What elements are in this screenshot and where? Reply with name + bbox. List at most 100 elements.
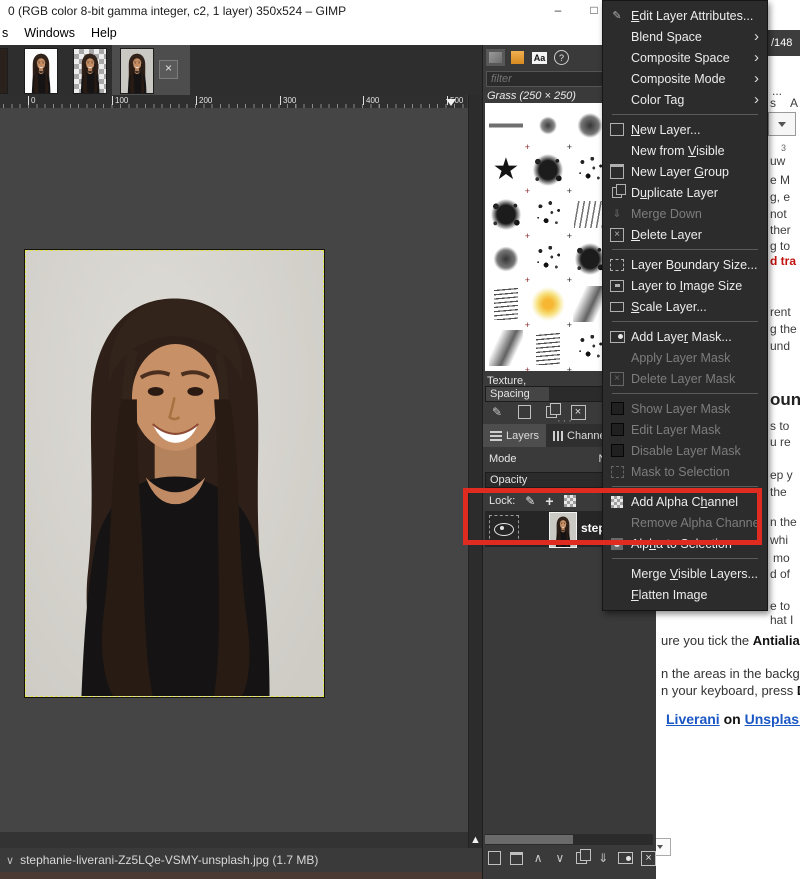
menu-item-disable-layer-mask: Disable Layer Mask xyxy=(603,440,767,461)
web-link-liverani[interactable]: Liverani xyxy=(666,711,720,727)
mode-label: Mode xyxy=(489,453,517,465)
new-group-button[interactable] xyxy=(510,850,524,866)
brush-swatch[interactable] xyxy=(527,192,569,237)
delete-layer-icon: × xyxy=(609,227,625,243)
tab-help[interactable]: ? xyxy=(552,49,571,66)
tab-gradients[interactable] xyxy=(508,49,527,66)
new-brush-icon[interactable] xyxy=(516,404,532,420)
menubar-item-cut[interactable]: s xyxy=(0,22,16,45)
brush-swatch[interactable] xyxy=(485,326,527,371)
chevron-down-icon[interactable]: ∨ xyxy=(6,854,14,867)
menu-item-new-layer-group[interactable]: New Layer Group xyxy=(603,161,767,182)
star-brush-icon: ★ xyxy=(493,155,520,185)
image-tab-active[interactable]: × xyxy=(112,45,190,95)
spacing-label: Spacing xyxy=(490,388,530,400)
title-bar[interactable]: 0 (RGB color 8-bit gamma integer, c2, 1 … xyxy=(0,0,655,22)
web-fragment: g the xyxy=(770,322,797,336)
add-mask-icon xyxy=(609,329,625,345)
brush-swatch[interactable] xyxy=(485,192,527,237)
web-fragment: s xyxy=(770,96,776,110)
brush-swatch[interactable] xyxy=(527,281,569,326)
menu-item-edit-layer-attributes[interactable]: ✎ Edit Layer Attributes... xyxy=(603,5,767,26)
menu-item-layer-to-image-size[interactable]: Layer to Image Size xyxy=(603,275,767,296)
brush-swatch[interactable] xyxy=(485,237,527,282)
brush-swatch[interactable] xyxy=(527,148,569,193)
menu-item-new-layer[interactable]: New Layer... xyxy=(603,119,767,140)
menu-item-blend-space[interactable]: Blend Space › xyxy=(603,26,767,47)
brush-swatch[interactable] xyxy=(485,103,527,148)
image-thumbnail-frame xyxy=(120,48,154,94)
web-text-bold: on xyxy=(724,711,741,727)
tab-layers[interactable]: Layers xyxy=(483,424,546,447)
menu-separator xyxy=(612,486,758,487)
edit-brush-icon[interactable]: ✎ xyxy=(489,404,505,420)
ruler-pointer-icon xyxy=(446,99,456,106)
layer-to-image-icon xyxy=(609,278,625,294)
menu-item-composite-mode[interactable]: Composite Mode › xyxy=(603,68,767,89)
canvas[interactable] xyxy=(0,108,468,832)
help-icon: ? xyxy=(554,50,569,65)
duplicate-layer-icon xyxy=(609,185,625,201)
menu-item-composite-space[interactable]: Composite Space › xyxy=(603,47,767,68)
merge-layer-button[interactable]: ⇓ xyxy=(596,850,610,866)
web-fragment: u re xyxy=(770,435,791,449)
menu-item-layer-boundary-size[interactable]: Layer Boundary Size... xyxy=(603,254,767,275)
brush-swatch[interactable]: ★ xyxy=(485,148,527,193)
web-fragment: und xyxy=(770,339,790,353)
menu-item-add-layer-mask[interactable]: Add Layer Mask... xyxy=(603,326,767,347)
web-text: ure you tick the xyxy=(661,633,753,648)
layer-boundary-icon xyxy=(609,257,625,273)
menu-item-edit-layer-mask: Edit Layer Mask xyxy=(603,419,767,440)
menu-item-delete-layer[interactable]: × Delete Layer xyxy=(603,224,767,245)
brush-swatch[interactable] xyxy=(485,281,527,326)
web-dropdown[interactable] xyxy=(768,112,796,136)
duplicate-layer-button[interactable] xyxy=(575,850,589,866)
raise-layer-button[interactable]: ∧ xyxy=(531,850,545,866)
web-text-bold: Antialias xyxy=(753,633,800,648)
brush-swatch[interactable] xyxy=(527,103,569,148)
menu-separator xyxy=(612,321,758,322)
menubar-item-windows[interactable]: Windows xyxy=(16,22,83,45)
lower-layer-button[interactable]: ∨ xyxy=(553,850,567,866)
portrait-photo xyxy=(26,251,323,696)
menu-item-merge-down: ⇓ Merge Down xyxy=(603,203,767,224)
image-tab[interactable] xyxy=(0,48,8,94)
pdf-page-counter: /148 xyxy=(768,30,800,56)
new-layer-icon xyxy=(609,122,625,138)
menu-item-apply-layer-mask: Apply Layer Mask xyxy=(603,347,767,368)
menu-item-color-tag[interactable]: Color Tag › xyxy=(603,89,767,110)
image-tab[interactable] xyxy=(24,48,58,94)
delete-layer-button[interactable]: × xyxy=(641,850,656,866)
ruler-number: 300 xyxy=(280,96,296,105)
minimize-button[interactable]: – xyxy=(545,0,571,22)
merge-down-icon: ⇓ xyxy=(609,206,625,222)
canvas-vertical-scrollbar[interactable]: ▲ xyxy=(468,95,482,848)
tab-fonts[interactable]: Aa xyxy=(530,49,549,66)
checkbox-icon xyxy=(609,422,625,438)
menu-item-merge-visible-layers[interactable]: Merge Visible Layers... xyxy=(603,563,767,584)
brush-swatch[interactable] xyxy=(527,326,569,371)
submenu-arrow-icon: › xyxy=(754,92,759,107)
image-tab[interactable] xyxy=(73,48,107,94)
tab-brushes[interactable] xyxy=(486,49,505,66)
web-fragment: A xyxy=(790,96,798,110)
new-layer-button[interactable] xyxy=(488,850,502,866)
menu-item-flatten-image[interactable]: Flatten Image xyxy=(603,584,767,605)
menu-item-duplicate-layer[interactable]: Duplicate Layer xyxy=(603,182,767,203)
menu-item-delete-layer-mask: × Delete Layer Mask xyxy=(603,368,767,389)
web-heading-fragment: oun xyxy=(770,390,800,410)
menu-item-scale-layer[interactable]: Scale Layer... xyxy=(603,296,767,317)
image-layer[interactable] xyxy=(25,250,324,697)
menubar-item-help[interactable]: Help xyxy=(83,22,125,45)
brush-swatch[interactable] xyxy=(527,237,569,282)
panel-horizontal-scrollbar[interactable] xyxy=(485,834,653,845)
scroll-up-icon[interactable]: ▲ xyxy=(469,834,482,846)
web-credit-line: Liverani on Unsplash xyxy=(666,711,800,727)
add-mask-button[interactable] xyxy=(618,850,633,866)
menu-separator xyxy=(612,558,758,559)
ruler-number: 200 xyxy=(196,96,212,105)
web-link-unsplash[interactable]: Unsplash xyxy=(745,711,800,727)
menu-separator xyxy=(612,249,758,250)
close-tab-button[interactable]: × xyxy=(159,60,178,79)
menu-item-new-from-visible[interactable]: New from Visible xyxy=(603,140,767,161)
